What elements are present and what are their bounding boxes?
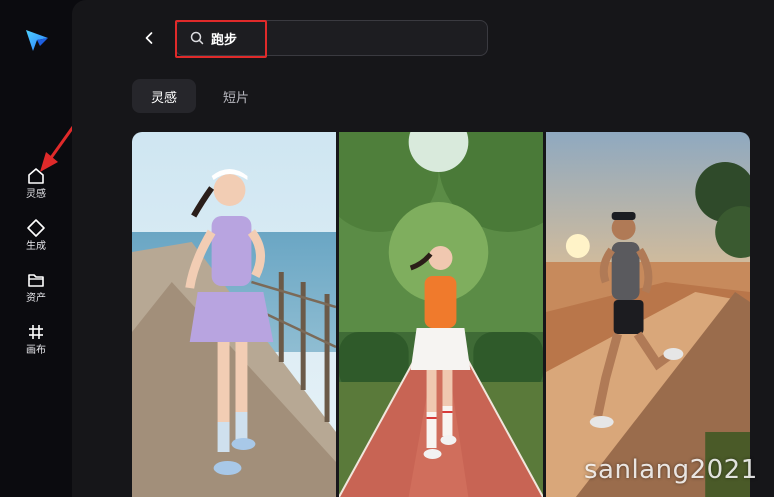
sidebar-item-canvas[interactable]: 画布 (14, 322, 58, 366)
image-gallery (132, 132, 750, 497)
back-button[interactable] (140, 28, 158, 48)
sparkle-icon (27, 219, 45, 237)
sidebar: 灵感 生成 资产 画布 (0, 0, 72, 497)
sidebar-item-label: 生成 (26, 241, 46, 252)
sidebar-item-label: 灵感 (26, 189, 46, 200)
logo-icon[interactable] (24, 27, 50, 53)
home-icon (28, 168, 44, 184)
sidebar-item-label: 资产 (26, 293, 46, 304)
chevron-left-icon (145, 32, 153, 44)
gallery-image[interactable] (339, 132, 543, 497)
tab-shorts[interactable]: 短片 (204, 79, 268, 113)
sidebar-item-assets[interactable]: 资产 (14, 270, 58, 314)
search-input[interactable] (211, 30, 471, 46)
sidebar-item-label: 画布 (26, 345, 46, 356)
folder-icon (28, 274, 44, 287)
content-tabs: 灵感 短片 (132, 79, 268, 113)
search-box[interactable] (175, 20, 488, 56)
search-icon (190, 31, 204, 45)
tab-inspiration[interactable]: 灵感 (132, 79, 197, 113)
sidebar-item-inspiration[interactable]: 灵感 (14, 166, 58, 210)
gallery-image[interactable] (546, 132, 750, 497)
sidebar-item-generate[interactable]: 生成 (14, 218, 58, 262)
canvas-icon (29, 325, 43, 339)
gallery-image[interactable] (132, 132, 336, 497)
watermark-text: sanlang2021 (584, 455, 758, 485)
